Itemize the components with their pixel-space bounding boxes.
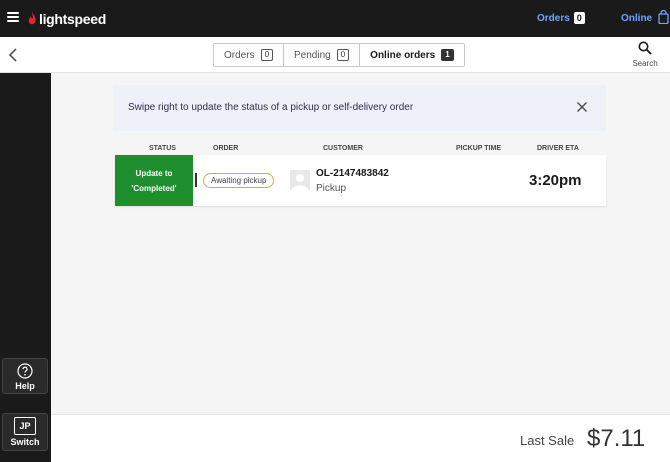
tab-online-orders[interactable]: Online orders 1 (360, 44, 463, 66)
search-icon (638, 41, 652, 55)
online-status-button[interactable]: Online (621, 10, 669, 24)
driver-eta-value: 3:20pm (529, 172, 582, 189)
order-type: Pickup (316, 183, 347, 194)
search-button[interactable]: Search (628, 41, 662, 68)
order-tabs: Orders 0 Pending 0 Online orders 1 (213, 43, 465, 67)
row-divider (195, 173, 197, 187)
lightspeed-logo: lightspeed (27, 10, 106, 28)
last-sale-label: Last Sale (520, 433, 575, 448)
last-sale-value: $7.11 (587, 425, 646, 452)
top-orders-label: Orders (537, 12, 570, 24)
action-line-2: 'Completed' (131, 183, 177, 193)
top-bar: lightspeed Orders 0 Online (0, 0, 670, 37)
tab-pending[interactable]: Pending 0 (284, 44, 361, 66)
flame-icon (28, 11, 36, 24)
back-chevron-icon[interactable] (6, 47, 20, 63)
order-row[interactable]: Update to 'Completed' Awaiting pickup OL… (115, 155, 606, 206)
tab-count-badge: 0 (260, 49, 274, 61)
help-label: Help (15, 381, 35, 391)
tab-count-badge: 0 (336, 49, 350, 61)
banner-text: Swipe right to update the status of a pi… (128, 102, 414, 113)
column-header-order: ORDER (213, 145, 239, 152)
status-badge: Awaiting pickup (203, 173, 275, 188)
tab-label: Orders (224, 49, 255, 61)
footer-bar: Last Sale $7.11 (51, 414, 670, 462)
action-line-1: Update to (135, 168, 173, 178)
close-icon[interactable] (576, 101, 588, 113)
tab-count-badge: 1 (441, 49, 454, 61)
info-banner: Swipe right to update the status of a pi… (113, 85, 606, 131)
column-header-pickup-time: PICKUP TIME (456, 145, 501, 152)
update-completed-button[interactable]: Update to 'Completed' (115, 155, 193, 206)
switch-user-button[interactable]: JP Switch (2, 413, 48, 451)
column-header-status: STATUS (149, 145, 176, 152)
brand-name: lightspeed (39, 11, 107, 27)
switch-label: Switch (10, 437, 40, 447)
search-label: Search (632, 59, 658, 68)
left-sidebar: Help JP Switch (0, 73, 51, 462)
customer-avatar-icon (290, 170, 310, 190)
shopping-bag-icon (658, 10, 669, 24)
person-icon (290, 170, 310, 190)
top-orders-count-badge: 0 (573, 12, 585, 24)
hamburger-menu-icon[interactable] (7, 12, 19, 22)
user-initials-badge: JP (14, 417, 36, 435)
column-header-driver-eta: DRIVER ETA (537, 145, 579, 152)
tab-label: Online orders (370, 49, 436, 61)
question-mark-icon (17, 363, 33, 379)
top-orders-button[interactable]: Orders 0 (537, 12, 585, 24)
order-id: OL-2147483842 (316, 168, 389, 179)
sub-header: Orders 0 Pending 0 Online orders 1 Searc… (0, 37, 670, 73)
help-button[interactable]: Help (2, 358, 48, 394)
online-status-label: Online (621, 12, 653, 24)
column-header-customer: CUSTOMER (323, 145, 363, 152)
tab-orders[interactable]: Orders 0 (214, 44, 285, 66)
tab-label: Pending (294, 49, 331, 61)
